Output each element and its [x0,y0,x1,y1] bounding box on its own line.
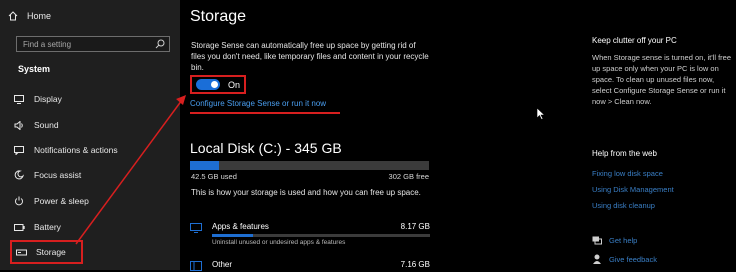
disk-title: Local Disk (C:) - 345 GB [190,140,342,156]
feedback-icon [593,254,601,264]
sidebar: Home System Display Sound Notifications … [0,0,180,270]
home-icon [8,11,18,21]
disk-description: This is how your storage is used and how… [191,188,421,197]
moon-icon [12,170,26,180]
category-usage-fill [212,234,254,237]
disk-usage-fill [190,161,220,170]
mouse-cursor-icon [537,108,545,120]
configure-storage-sense-link[interactable]: Configure Storage Sense or run it now [190,99,326,108]
give-feedback-label: Give feedback [609,254,657,264]
toggle-thumb [211,81,218,88]
sidebar-item-focus-assist[interactable]: Focus assist [12,166,162,184]
monitor-icon [12,94,26,104]
home-nav-item[interactable]: Home [8,11,51,21]
sidebar-item-label: Storage [36,247,66,257]
sidebar-item-storage[interactable]: Storage [10,240,83,264]
sidebar-item-label: Display [34,94,62,104]
battery-icon [12,223,26,231]
category-usage-bar [212,234,430,237]
disk-usage-bar [190,161,429,170]
chat-help-icon [592,236,602,245]
sidebar-section-title: System [18,64,51,74]
sidebar-item-label: Sound [34,120,59,130]
settings-search-box[interactable] [16,36,170,52]
get-help-link[interactable]: Get help [592,236,637,245]
power-icon [12,196,26,206]
category-name: Other [212,260,233,269]
speaker-icon [12,120,26,130]
sidebar-item-battery[interactable]: Battery [12,218,162,236]
help-link-disk-cleanup[interactable]: Using disk cleanup [592,201,655,210]
toggle-switch[interactable] [196,79,220,90]
sidebar-item-display[interactable]: Display [12,90,162,108]
search-input[interactable] [17,37,153,51]
help-heading: Help from the web [592,149,657,158]
sidebar-item-label: Focus assist [34,170,82,180]
category-apps-features[interactable]: Apps & features 8.17 GB Uninstall unused… [190,222,430,250]
page-title: Storage [190,8,247,25]
storage-sense-description: Storage Sense can automatically free up … [191,41,429,72]
category-name: Apps & features [212,222,269,231]
apps-icon [190,223,202,233]
category-size: 8.17 GB [400,222,430,231]
disk-used-label: 42.5 GB used [191,172,237,181]
search-icon[interactable] [155,39,165,49]
sidebar-item-power-sleep[interactable]: Power & sleep [12,192,162,210]
storage-icon [14,249,28,256]
notification-icon [12,145,26,155]
clutter-description: When Storage sense is turned on, it'll f… [592,53,732,106]
sidebar-item-label: Power & sleep [34,196,89,206]
sidebar-item-notifications[interactable]: Notifications & actions [12,141,162,159]
sidebar-item-sound[interactable]: Sound [12,116,162,134]
sidebar-item-label: Notifications & actions [34,145,118,155]
category-subtitle: Uninstall unused or undesired apps & fea… [212,239,346,246]
disk-free-label: 302 GB free [388,172,429,181]
help-link-low-disk-space[interactable]: Fixing low disk space [592,169,663,178]
give-feedback-link[interactable]: Give feedback [592,254,657,264]
category-other[interactable]: Other 7.16 GB [190,260,430,272]
toggle-state-label: On [228,79,241,90]
get-help-label: Get help [609,236,638,245]
help-link-disk-management[interactable]: Using Disk Management [592,185,674,194]
category-size: 7.16 GB [400,260,430,269]
clutter-heading: Keep clutter off your PC [592,36,677,45]
storage-sense-toggle[interactable]: On [190,75,247,94]
home-label: Home [27,11,52,21]
sidebar-item-label: Battery [34,222,61,232]
annotation-underline [190,112,340,114]
